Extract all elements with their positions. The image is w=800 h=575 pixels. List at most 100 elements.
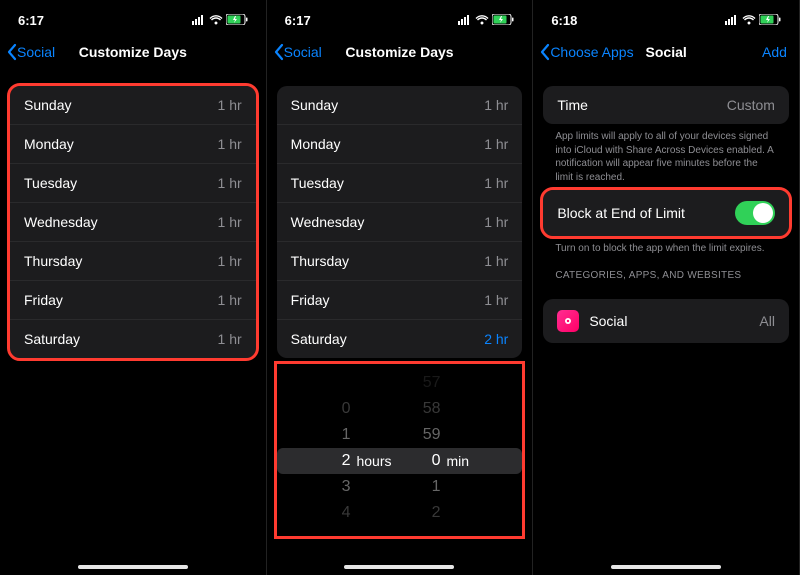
back-button[interactable]: Social [273, 43, 322, 61]
home-indicator[interactable] [344, 565, 454, 569]
home-indicator[interactable] [611, 565, 721, 569]
day-value: 1 hr [218, 253, 242, 269]
category-row-social[interactable]: Social All [543, 299, 789, 343]
phone-1: 6:17 Social Customize Days Sunday 1 hr Mo… [0, 0, 267, 575]
day-label: Monday [24, 136, 74, 152]
day-label: Monday [291, 136, 341, 152]
back-label: Choose Apps [550, 44, 633, 60]
day-label: Sunday [24, 97, 71, 113]
day-row-mon[interactable]: Monday 1 hr [10, 124, 256, 163]
day-label: Tuesday [291, 175, 344, 191]
battery-icon [226, 13, 248, 28]
status-icons [458, 13, 514, 28]
time-row[interactable]: TimeCustom [543, 86, 789, 124]
clock: 6:17 [285, 13, 311, 28]
day-row-thu[interactable]: Thursday 1 hr [10, 241, 256, 280]
picker-min: 59 [402, 426, 440, 444]
status-icons [725, 13, 781, 28]
day-row-thu[interactable]: Thursday1 hr [277, 241, 523, 280]
back-label: Social [284, 44, 322, 60]
nav-bar: Choose Apps Social Add [533, 32, 799, 72]
picker-min-label: min [446, 453, 486, 469]
day-label: Wednesday [291, 214, 365, 230]
page-title: Customize Days [345, 44, 453, 60]
picker-min: 1 [402, 478, 440, 496]
day-value: 1 hr [218, 292, 242, 308]
signal-icon [725, 13, 739, 28]
phone-3: 6:18 Choose Apps Social Add TimeCustom A… [533, 0, 800, 575]
picker-hour: 3 [312, 478, 350, 496]
page-title: Social [646, 44, 687, 60]
block-toggle[interactable] [735, 201, 775, 225]
social-icon [557, 310, 579, 332]
day-row-sun[interactable]: Sunday 1 hr [10, 86, 256, 124]
day-value: 1 hr [484, 136, 508, 152]
time-note: App limits will apply to all of your dev… [533, 124, 799, 184]
wifi-icon [742, 13, 756, 28]
day-label: Thursday [291, 253, 349, 269]
category-value: All [759, 313, 775, 329]
block-row[interactable]: Block at End of Limit [543, 190, 789, 236]
nav-bar: Social Customize Days [267, 32, 533, 72]
categories-group: Social All [543, 299, 789, 343]
day-label: Saturday [291, 331, 347, 347]
page-title: Customize Days [79, 44, 187, 60]
picker-min: 58 [402, 400, 440, 418]
day-label: Sunday [291, 97, 338, 113]
day-label: Tuesday [24, 175, 77, 191]
time-label: Time [557, 97, 588, 113]
time-group: TimeCustom [543, 86, 789, 124]
day-label: Thursday [24, 253, 82, 269]
back-button[interactable]: Social [6, 43, 55, 61]
day-row-mon[interactable]: Monday 1 hr [277, 124, 523, 163]
picker-min: 2 [402, 504, 440, 522]
clock: 6:17 [18, 13, 44, 28]
wifi-icon [209, 13, 223, 28]
day-value: 1 hr [484, 97, 508, 113]
day-value: 1 hr [218, 331, 242, 347]
day-row-sat[interactable]: Saturday 1 hr [10, 319, 256, 358]
day-label: Wednesday [24, 214, 98, 230]
days-list: Sunday1 hr Monday1 hr Tuesday1 hr Wednes… [10, 86, 256, 358]
status-bar: 6:18 [533, 0, 799, 32]
picker-hour-selected: 2 [312, 452, 350, 470]
status-bar: 6:17 [0, 0, 266, 32]
picker-hours-label: hours [356, 453, 396, 469]
categories-header: Categories, Apps, and Websites [533, 256, 799, 285]
picker-min: 57 [402, 374, 440, 392]
block-group: Block at End of Limit [543, 190, 789, 236]
day-row-tue[interactable]: Tuesday 1 hr [277, 163, 523, 202]
day-row-fri[interactable]: Friday1 hr [277, 280, 523, 319]
day-row-wed[interactable]: Wednesday1 hr [277, 202, 523, 241]
day-value: 1 hr [484, 292, 508, 308]
picker-hour: 0 [312, 400, 350, 418]
nav-bar: Social Customize Days [0, 32, 266, 72]
back-button[interactable]: Choose Apps [539, 43, 633, 61]
status-bar: 6:17 [267, 0, 533, 32]
day-value: 2 hr [484, 331, 508, 347]
add-button[interactable]: Add [762, 44, 787, 60]
day-value: 1 hr [218, 214, 242, 230]
day-row-sun[interactable]: Sunday 1 hr [277, 86, 523, 124]
block-label: Block at End of Limit [557, 205, 685, 221]
day-row-sat[interactable]: Saturday 2 hr [277, 319, 523, 358]
day-label: Saturday [24, 331, 80, 347]
day-row-wed[interactable]: Wednesday 1 hr [10, 202, 256, 241]
day-value: 1 hr [484, 175, 508, 191]
block-note: Turn on to block the app when the limit … [533, 236, 799, 256]
battery-icon [492, 13, 514, 28]
picker-hour: 1 [312, 426, 350, 444]
time-picker[interactable]: 57 058 159 2hours0min 31 42 [277, 364, 523, 536]
days-list: Sunday 1 hr Monday 1 hr Tuesday 1 hr Wednes… [277, 86, 523, 358]
day-value: 1 hr [218, 97, 242, 113]
phone-2: 6:17 Social Customize Days Sunday 1 hr Mo… [267, 0, 534, 575]
signal-icon [458, 13, 472, 28]
day-row-tue[interactable]: Tuesday1 hr [10, 163, 256, 202]
home-indicator[interactable] [78, 565, 188, 569]
signal-icon [192, 13, 206, 28]
status-icons [192, 13, 248, 28]
wifi-icon [475, 13, 489, 28]
battery-icon [759, 13, 781, 28]
day-value: 1 hr [218, 136, 242, 152]
day-row-fri[interactable]: Friday1 hr [10, 280, 256, 319]
